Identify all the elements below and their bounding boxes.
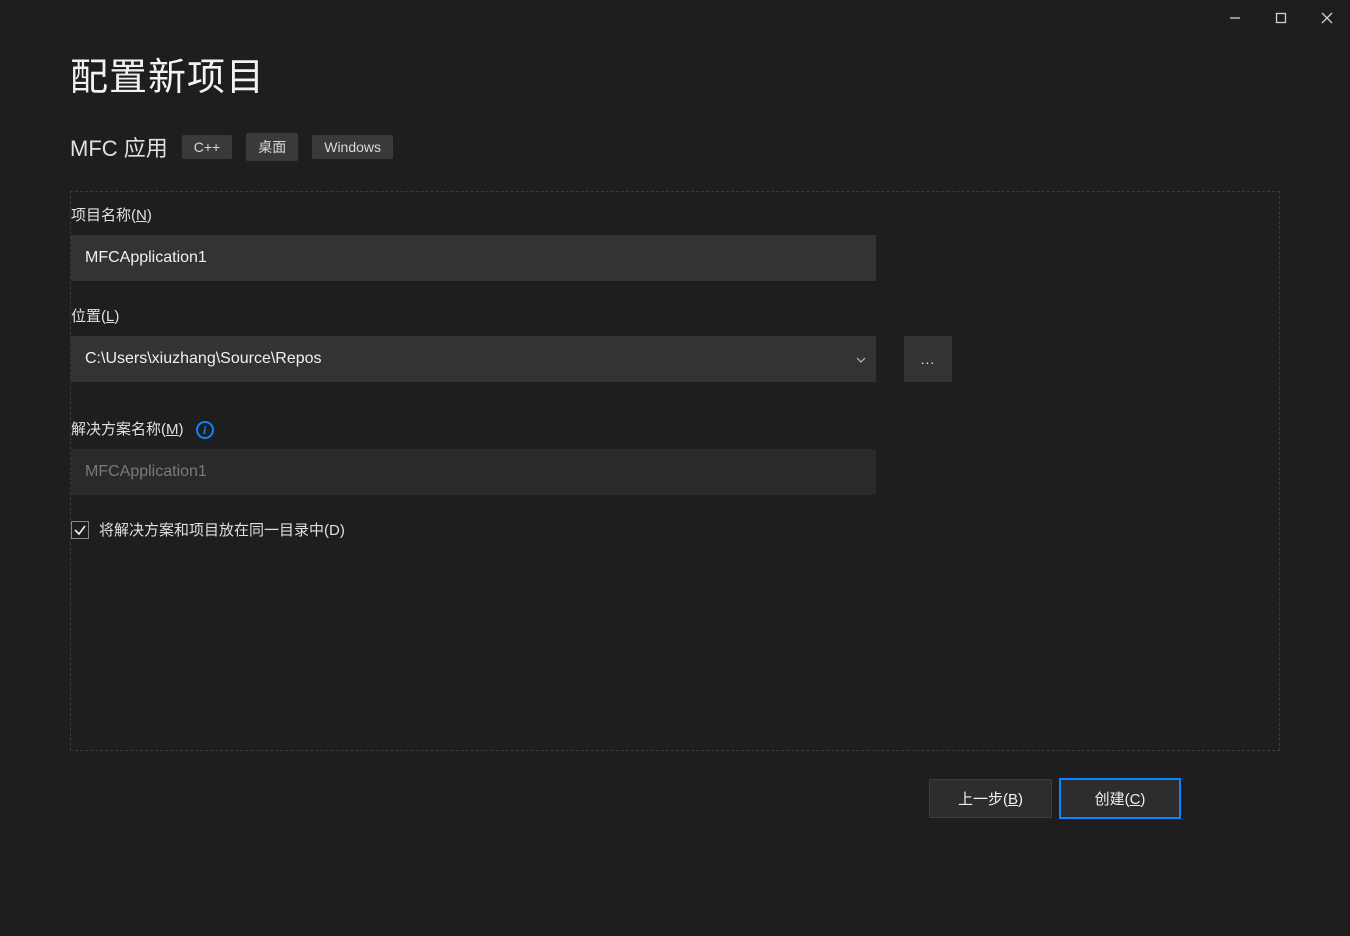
subtitle-row: MFC 应用 C++ 桌面 Windows xyxy=(70,131,1280,163)
tag-language: C++ xyxy=(182,135,232,159)
tag-platform-desktop: 桌面 xyxy=(246,133,298,161)
browse-button[interactable]: ... xyxy=(904,336,952,382)
titlebar xyxy=(0,0,1350,36)
minimize-button[interactable] xyxy=(1212,0,1258,36)
project-type-label: MFC 应用 xyxy=(70,131,168,163)
project-name-label: 项目名称(N) xyxy=(71,204,152,225)
same-dir-row: 将解决方案和项目放在同一目录中(D) xyxy=(71,519,1279,540)
same-dir-label: 将解决方案和项目放在同一目录中(D) xyxy=(99,519,345,540)
location-row: ... xyxy=(71,336,1279,382)
minimize-icon xyxy=(1229,12,1241,24)
solution-name-label: 解决方案名称(M) i xyxy=(71,418,214,439)
same-dir-checkbox[interactable] xyxy=(71,521,89,539)
create-button[interactable]: 创建(C) xyxy=(1060,779,1180,818)
check-icon xyxy=(73,523,87,537)
location-input[interactable] xyxy=(71,336,876,382)
info-icon[interactable]: i xyxy=(196,421,214,439)
location-group: 位置(L) ... xyxy=(71,305,1279,382)
back-button[interactable]: 上一步(B) xyxy=(929,779,1052,818)
page-title: 配置新项目 xyxy=(70,46,1280,101)
dialog-content: 配置新项目 MFC 应用 C++ 桌面 Windows 项目名称(N) 位置(L… xyxy=(0,36,1350,818)
project-name-group: 项目名称(N) xyxy=(71,204,1279,281)
location-combo[interactable] xyxy=(71,336,876,382)
solution-name-input xyxy=(71,449,876,495)
project-name-input[interactable] xyxy=(71,235,876,281)
close-button[interactable] xyxy=(1304,0,1350,36)
maximize-button[interactable] xyxy=(1258,0,1304,36)
tag-platform-windows: Windows xyxy=(312,135,393,159)
solution-name-group: 解决方案名称(M) i xyxy=(71,418,1279,495)
close-icon xyxy=(1321,12,1333,24)
button-row: 上一步(B) 创建(C) xyxy=(70,751,1280,818)
location-label: 位置(L) xyxy=(71,305,119,326)
form-area: 项目名称(N) 位置(L) ... 解决方案名称(M) i xyxy=(70,191,1280,751)
maximize-icon xyxy=(1275,12,1287,24)
